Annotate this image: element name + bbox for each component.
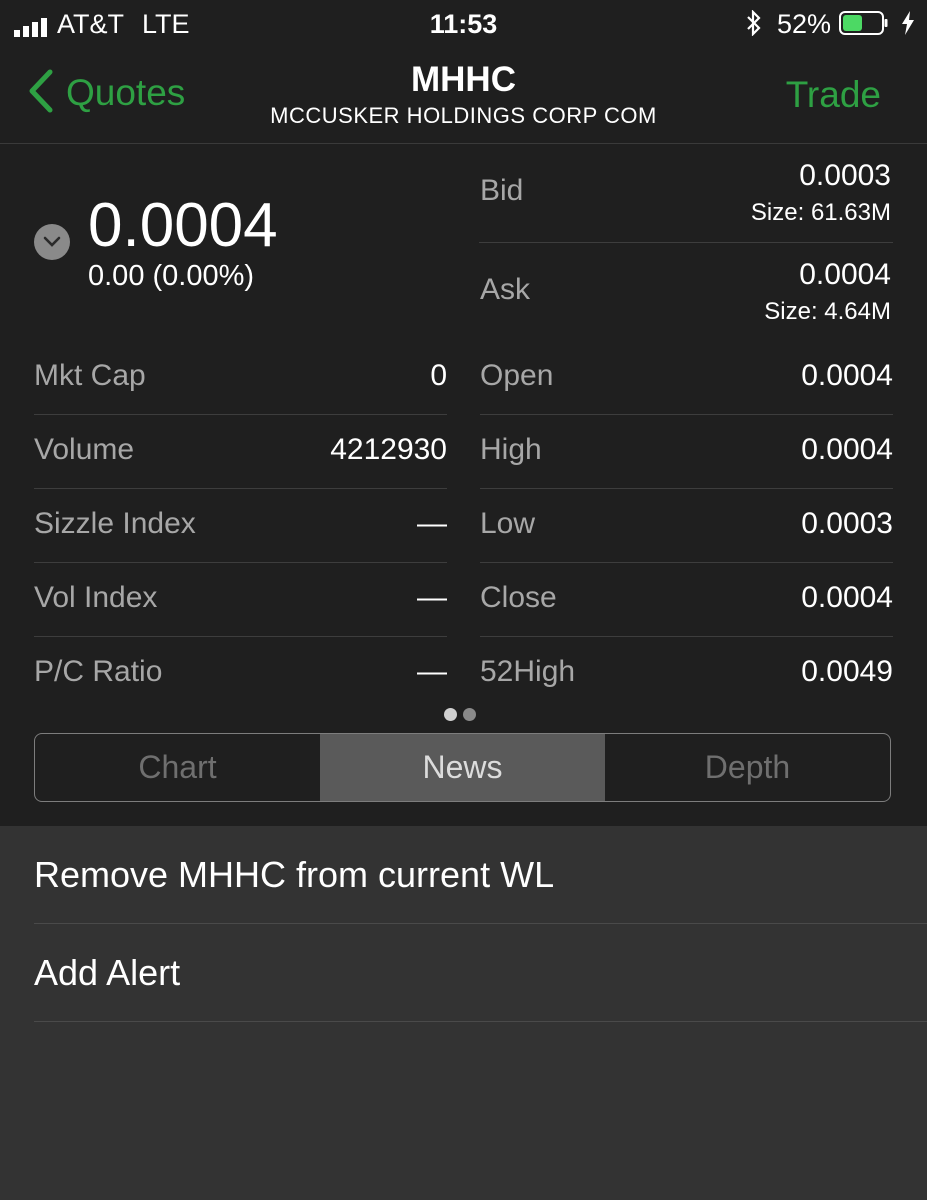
action-sheet: Remove MHHC from current WL Add Alert <box>0 826 927 1200</box>
ask-size: Size: 4.64M <box>764 298 891 325</box>
bluetooth-icon <box>745 9 763 43</box>
stat-label: Sizzle Index <box>34 507 196 540</box>
page-indicator[interactable] <box>444 708 476 721</box>
navigation-bar: Quotes MHHC MCCUSKER HOLDINGS CORP COM T… <box>0 48 927 144</box>
stat-row: 52High 0.0049 <box>480 636 893 710</box>
chevron-down-icon <box>43 236 61 247</box>
stat-label: High <box>480 433 542 466</box>
stat-label: 52High <box>480 655 576 688</box>
ask-label: Ask <box>480 273 531 306</box>
status-bar: AT&T LTE 11:53 52% <box>0 0 927 48</box>
stat-value: 0.0004 <box>801 581 893 614</box>
stat-value: 0 <box>430 359 447 392</box>
stat-row: High 0.0004 <box>480 414 893 489</box>
stat-value: 0.0003 <box>801 507 893 540</box>
stat-label: Mkt Cap <box>34 359 146 392</box>
stat-row: Sizzle Index — <box>34 488 447 563</box>
stat-label: P/C Ratio <box>34 655 163 688</box>
stat-row: Open 0.0004 <box>480 340 893 415</box>
divider <box>479 242 893 243</box>
stat-row: Close 0.0004 <box>480 562 893 637</box>
bolt-icon <box>901 11 915 42</box>
stat-row: Volume 4212930 <box>34 414 447 489</box>
ask-value: 0.0004 <box>799 258 891 291</box>
stat-label: Vol Index <box>34 581 158 614</box>
trade-button[interactable]: Trade <box>786 74 881 116</box>
stat-value: 0.0004 <box>801 359 893 392</box>
page-dot-active <box>444 708 457 721</box>
view-segmented-control: Chart News Depth <box>34 733 891 802</box>
remove-from-watchlist-button[interactable]: Remove MHHC from current WL <box>34 826 927 924</box>
bid-size: Size: 61.63M <box>750 199 891 226</box>
stat-value: 0.0049 <box>801 655 893 688</box>
stat-row: P/C Ratio — <box>34 636 447 710</box>
price-change: 0.00 (0.00%) <box>88 260 255 292</box>
tab-chart[interactable]: Chart <box>35 734 320 801</box>
stat-label: Open <box>480 359 554 392</box>
stat-row: Low 0.0003 <box>480 488 893 563</box>
stat-row: Mkt Cap 0 <box>34 340 447 415</box>
stat-value: — <box>417 655 447 688</box>
bid-value: 0.0003 <box>799 159 891 192</box>
tab-depth[interactable]: Depth <box>605 734 890 801</box>
stat-value: 4212930 <box>330 433 447 466</box>
stat-label: Close <box>480 581 557 614</box>
battery-icon <box>839 11 889 35</box>
stat-value: 0.0004 <box>801 433 893 466</box>
last-price: 0.0004 <box>88 191 278 260</box>
stat-label: Volume <box>34 433 135 466</box>
stat-row: Vol Index — <box>34 562 447 637</box>
add-alert-button[interactable]: Add Alert <box>34 924 927 1022</box>
battery-percent: 52% <box>777 9 832 39</box>
stat-label: Low <box>480 507 536 540</box>
page-dot <box>463 708 476 721</box>
bid-label: Bid <box>480 174 524 207</box>
tab-news[interactable]: News <box>320 734 605 801</box>
stat-value: — <box>417 507 447 540</box>
expand-quote-button[interactable] <box>34 224 70 260</box>
stat-value: — <box>417 581 447 614</box>
